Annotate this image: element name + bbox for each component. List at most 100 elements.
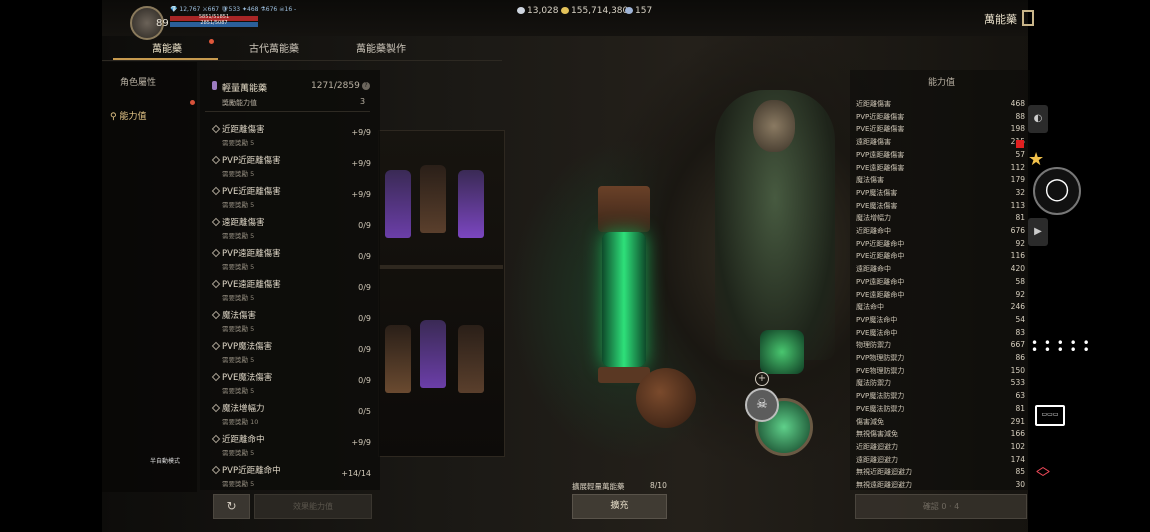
stat-value: 58: [1015, 276, 1025, 286]
stat-row: PVE近距離傷害 198: [856, 124, 1026, 136]
diamond-bullet-icon: [211, 248, 221, 258]
stat-row: 魔法命中 246: [856, 302, 1026, 314]
stat-value: 468: [1010, 99, 1025, 108]
interact-button[interactable]: ☠: [745, 388, 779, 422]
stat-row: PVE魔法傷害 113: [856, 201, 1026, 213]
diamond-bullet-icon: [211, 372, 221, 382]
dots-grid-icon[interactable]: • • • • • • • • • •: [1031, 337, 1091, 356]
stat-row: 魔法傷害 179: [856, 175, 1026, 187]
stat-value: 113: [1010, 200, 1025, 210]
play-icon[interactable]: ▶: [1028, 218, 1048, 246]
stat-value: 166: [1010, 429, 1025, 439]
stat-name: PVE近距離命中: [856, 252, 905, 261]
reward-label: 獎勵能力值: [222, 99, 257, 107]
upgrade-name: 魔法增幅力: [222, 404, 265, 414]
stat-value: 81: [1015, 403, 1025, 413]
keyboard-icon[interactable]: ▭▭▭: [1035, 405, 1065, 426]
upgrade-row[interactable]: 魔法傷害 需要獎勵 5 0/9: [210, 309, 375, 339]
stat-row: 遠距離傷害215: [856, 137, 1026, 149]
stat-value: 102: [1010, 441, 1025, 451]
refresh-button[interactable]: ↻: [213, 494, 250, 519]
upgrade-row[interactable]: 近距離傷害 需要獎勵 5 +9/9: [210, 123, 375, 153]
stat-name: PVP魔法防禦力: [856, 392, 905, 401]
tab-potion-crafting[interactable]: 萬能藥製作: [356, 40, 406, 55]
upgrade-name: 魔法傷害: [222, 311, 257, 321]
expand-button[interactable]: 擴充: [572, 494, 667, 519]
stat-name: PVP近距離命中: [856, 239, 905, 248]
carriage-icon: [625, 7, 633, 14]
stat-row: PVP物理防禦力 86: [856, 353, 1026, 365]
currency-diamond[interactable]: 13,028: [517, 6, 559, 16]
stat-row: 近距離迴避力 102: [856, 442, 1026, 454]
stat-value: 246: [1010, 302, 1025, 312]
stat-name: PVE遠距離傷害: [856, 163, 905, 172]
nav-abilities[interactable]: ⚲ 能力值: [110, 109, 146, 122]
stat-name: 傷害減免: [856, 417, 884, 426]
notification-dot: [1016, 140, 1024, 148]
stat-row: 傷害減免 291: [856, 417, 1026, 429]
stat-row: PVE遠距離傷害 112: [856, 163, 1026, 175]
currency-diamond-value: 13,028: [527, 6, 559, 16]
record-circle-icon[interactable]: ◯: [1033, 167, 1081, 215]
menu-icon[interactable]: [1022, 10, 1034, 26]
tab-ancient-potion[interactable]: 古代萬能藥: [249, 40, 299, 55]
zoom-plus-icon[interactable]: +: [755, 372, 769, 386]
upgrade-row[interactable]: PVE遠距離傷害 需要獎勵 5 0/9: [210, 278, 375, 308]
tabs-divider: [102, 60, 502, 61]
tab-potion[interactable]: 萬能藥: [152, 40, 182, 55]
stat-value: 86: [1015, 353, 1025, 362]
stat-row: PVP遠距離命中 58: [856, 277, 1026, 289]
swirl-icon[interactable]: ◐: [1028, 105, 1048, 133]
upgrade-row[interactable]: PVP魔法傷害 需要獎勵 5 0/9: [210, 340, 375, 370]
currency-gold[interactable]: 155,714,380: [561, 6, 628, 16]
stat-name: PVP物理防禦力: [856, 354, 905, 362]
diamond-bullet-icon: [211, 341, 221, 351]
upgrade-row[interactable]: PVE近距離傷害 需要獎勵 5 +9/9: [210, 185, 375, 215]
stat-row: 物理防禦力 667: [856, 340, 1026, 352]
stat-value: 533: [1010, 378, 1025, 388]
stat-value: 30: [1015, 480, 1025, 489]
stat-name: PVP遠距離命中: [856, 277, 905, 286]
copper-flask: [636, 368, 696, 428]
bottle-brown: [385, 325, 411, 393]
upgrade-value: +9/9: [351, 190, 371, 199]
shelf-divider: [378, 265, 503, 269]
confirm-button[interactable]: 確認 0 · 4: [855, 494, 1027, 519]
upgrade-name: 近距離傷害: [222, 125, 265, 135]
upgrade-row[interactable]: PVP遠距離傷害 需要獎勵 5 0/9: [210, 247, 375, 277]
apply-button[interactable]: 效果能力值: [254, 494, 372, 519]
stat-value: 85: [1015, 467, 1025, 477]
upgrade-requirement: 需要獎勵 5: [222, 480, 255, 488]
stat-name: 魔法傷害: [856, 176, 884, 185]
info-icon[interactable]: ?: [362, 82, 370, 90]
stat-name: PVE遠距離命中: [856, 290, 905, 299]
upgrade-value: +9/9: [351, 438, 371, 447]
updown-arrows-icon[interactable]: ︿ ﹀: [1036, 460, 1050, 486]
upgrade-row[interactable]: PVP近距離傷害 需要獎勵 5 +9/9: [210, 154, 375, 184]
stat-row: PVE遠距離命中 92: [856, 290, 1026, 302]
upgrade-requirement: 需要獎勵 5: [222, 201, 255, 209]
stat-value: 63: [1015, 391, 1025, 401]
upgrade-requirement: 需要獎勵 5: [222, 449, 255, 457]
diamond-bullet-icon: [211, 279, 221, 289]
upgrade-row[interactable]: 遠距離傷害 需要獎勵 5 0/9: [210, 216, 375, 246]
upgrade-row[interactable]: PVE魔法傷害 需要獎勵 5 0/9: [210, 371, 375, 401]
stat-name: PVE近距離傷害: [856, 125, 905, 134]
star-icon[interactable]: ★: [1028, 149, 1044, 170]
currency-carriage[interactable]: 157: [625, 6, 652, 16]
stat-name: 魔法命中: [856, 303, 884, 312]
upgrade-name: PVE遠距離傷害: [222, 280, 281, 290]
upgrade-row[interactable]: 魔法增幅力 需要獎勵 10 0/5: [210, 402, 375, 432]
bottle-purple: [420, 320, 446, 388]
nav-character-attributes[interactable]: 角色屬性: [120, 75, 156, 88]
stat-row: 魔法防禦力 533: [856, 378, 1026, 390]
upgrade-row[interactable]: 近距離命中 需要獎勵 5 +9/9: [210, 433, 375, 463]
upgrade-requirement: 需要獎勵 10: [222, 418, 259, 426]
upgrade-name: PVE近距離傷害: [222, 187, 281, 197]
upgrade-value: +14/14: [341, 469, 371, 478]
upgrade-row[interactable]: PVP近距離命中 需要獎勵 5 +14/14: [210, 464, 375, 494]
stat-name: PVP魔法命中: [856, 315, 898, 324]
panel-divider: [205, 111, 370, 112]
stat-name: 近距離迴避力: [856, 442, 898, 451]
auto-mode-label[interactable]: 半自動模式: [150, 456, 180, 465]
